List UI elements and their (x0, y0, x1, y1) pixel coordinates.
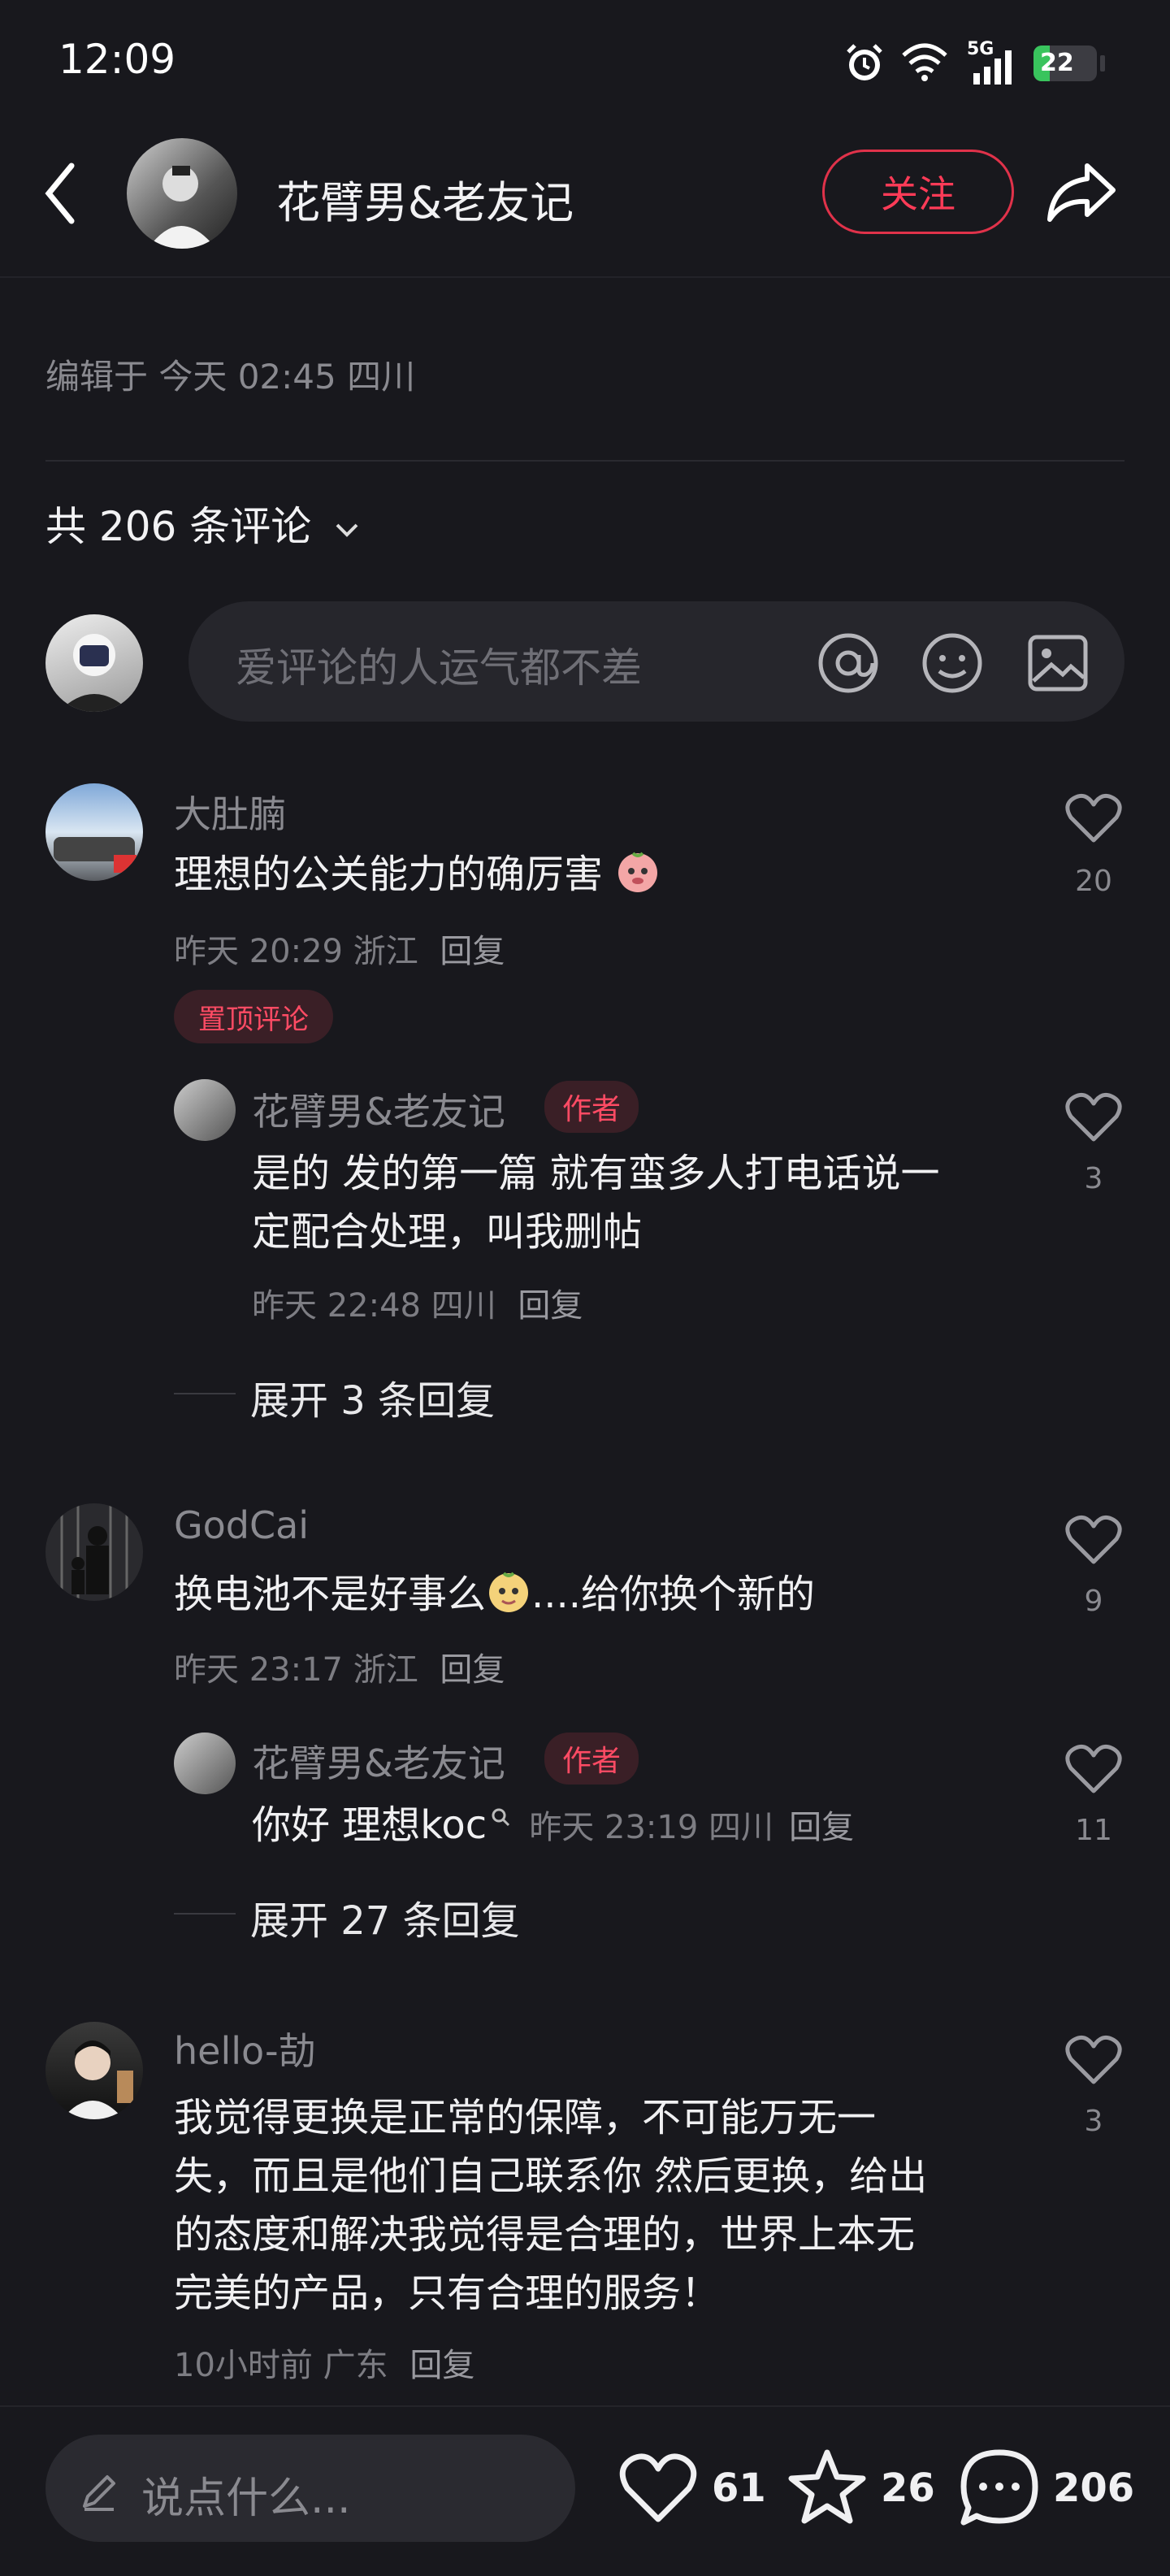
chevron-down-icon (336, 523, 358, 537)
author-tag: 作者 (544, 1733, 639, 1785)
comment-total: 206 (1053, 2465, 1135, 2511)
expand-replies-button[interactable]: 展开 3 条回复 (250, 1368, 495, 1425)
comment-time-location: 10小时前 广东 (174, 2347, 388, 2384)
like-count: 20 (1075, 865, 1112, 898)
image-icon[interactable] (1025, 631, 1090, 696)
reply-text-line: 定配合处理，叫我删帖 (252, 1209, 643, 1255)
like-count: 9 (1084, 1585, 1103, 1618)
comment-text-after: ....给你换个新的 (531, 1572, 816, 1617)
reply-button[interactable]: 回复 (410, 2347, 474, 2384)
comment-icon[interactable] (957, 2446, 1042, 2530)
edit-info: 编辑于 今天 02:45 四川 (46, 357, 416, 397)
header-divider (0, 276, 1170, 278)
status-time: 12:09 (58, 36, 176, 83)
comment-meta: 10小时前 广东 回复 (174, 2339, 474, 2386)
reply-text: 是的 发的第一篇 就有蛮多人打电话说一 定配合处理，叫我删帖 (252, 1144, 940, 1261)
search-icon[interactable] (491, 1807, 510, 1827)
reply-text-line: 是的 发的第一篇 就有蛮多人打电话说一 (252, 1151, 940, 1196)
commenter-name[interactable]: GodCai (174, 1503, 309, 1547)
reply-button[interactable]: 回复 (789, 1809, 854, 1846)
signal-icon (973, 50, 1012, 85)
reply-text: 你好 理想koc (252, 1802, 488, 1848)
comment-meta: 昨天 20:29 浙江 回复 (174, 925, 505, 972)
follow-button[interactable]: 关注 (822, 150, 1014, 234)
comment-input-placeholder: 爱评论的人运气都不差 (236, 644, 642, 692)
like-total: 61 (712, 2465, 766, 2511)
comment-count[interactable]: 共 206 条评论 (46, 494, 362, 553)
commenter-name[interactable]: hello-劼 (174, 2022, 316, 2075)
favorite-total: 26 (881, 2465, 935, 2511)
status-bar: 12:09 5G 22 (0, 0, 1170, 130)
say-something-placeholder: 说点什么... (141, 2474, 351, 2523)
author-avatar[interactable] (127, 138, 237, 249)
wifi-icon (902, 43, 947, 81)
like-count: 11 (1075, 1814, 1112, 1847)
alarm-icon (847, 44, 882, 80)
comment-text-line: 完美的产品，只有合理的服务！ (174, 2270, 721, 2316)
reply-button[interactable]: 回复 (440, 1651, 505, 1689)
commenter-avatar[interactable] (46, 783, 143, 881)
pinned-badge: 置顶评论 (174, 990, 333, 1043)
reply-time-location: 昨天 22:48 四川 (252, 1287, 496, 1325)
comment-text: 理想的公关能力的确厉害 (174, 845, 661, 904)
reply-author-avatar[interactable] (174, 1079, 236, 1141)
star-icon[interactable] (785, 2446, 869, 2530)
comment-text-line: 失，而且是他们自己联系你 然后更换，给出 (174, 2153, 928, 2199)
comment-text: 换电池不是好事么 ....给你换个新的 (174, 1565, 815, 1624)
like-count: 3 (1084, 1162, 1103, 1195)
like-icon[interactable] (1064, 2033, 1123, 2087)
section-divider (46, 460, 1124, 462)
expand-line (174, 1913, 236, 1915)
reply-button[interactable]: 回复 (440, 933, 505, 970)
like-count: 3 (1084, 2105, 1103, 2138)
comment-time-location: 昨天 20:29 浙江 (174, 933, 418, 970)
like-icon[interactable] (1064, 1742, 1123, 1796)
comment-text: 我觉得更换是正常的保障，不可能万无一 失，而且是他们自己联系你 然后更换，给出 … (174, 2088, 927, 2322)
comment-text-line: 的态度和解决我觉得是合理的，世界上本无 (174, 2212, 916, 2257)
back-icon[interactable] (41, 161, 81, 226)
reply-author-avatar[interactable] (174, 1733, 236, 1794)
commenter-avatar[interactable] (46, 2022, 143, 2119)
reply-row: 你好 理想koc 昨天 23:19 四川 回复 (252, 1796, 854, 1854)
battery-level: 22 (1040, 49, 1074, 77)
expand-replies-button[interactable]: 展开 27 条回复 (250, 1889, 520, 1945)
comment-time-location: 昨天 23:17 浙江 (174, 1651, 418, 1689)
battery-tip (1100, 55, 1105, 72)
commenter-avatar[interactable] (46, 1503, 143, 1601)
author-name[interactable]: 花臂男&老友记 (276, 167, 574, 231)
emoji-icon[interactable] (920, 631, 985, 696)
emoji-sticker-icon (618, 852, 658, 892)
comment-text-before: 换电池不是好事么 (174, 1572, 487, 1617)
reply-meta: 昨天 22:48 四川 回复 (252, 1279, 583, 1326)
expand-line (174, 1393, 236, 1394)
pencil-icon (83, 2475, 115, 2511)
like-post-icon[interactable] (618, 2448, 699, 2529)
user-avatar (46, 614, 143, 712)
mention-icon[interactable] (816, 631, 881, 696)
like-icon[interactable] (1064, 1513, 1123, 1567)
reply-author-name[interactable]: 花臂男&老友记 (252, 1082, 505, 1136)
comment-meta: 昨天 23:17 浙江 回复 (174, 1643, 505, 1690)
share-icon[interactable] (1045, 159, 1118, 224)
comment-text-line: 我觉得更换是正常的保障，不可能万无一 (174, 2095, 877, 2140)
battery-icon: 22 (1034, 46, 1097, 81)
commenter-name[interactable]: 大肚腩 (174, 785, 286, 839)
like-icon[interactable] (1064, 791, 1123, 845)
reply-time-location: 昨天 23:19 四川 (529, 1809, 774, 1846)
emoji-sticker-icon (489, 1572, 529, 1612)
reply-author-name[interactable]: 花臂男&老友记 (252, 1734, 505, 1788)
comment-count-label: 共 206 条评论 (46, 503, 312, 550)
reply-button[interactable]: 回复 (518, 1287, 583, 1325)
comment-text-body: 理想的公关能力的确厉害 (174, 852, 604, 897)
author-tag: 作者 (544, 1081, 639, 1133)
like-icon[interactable] (1064, 1091, 1123, 1144)
